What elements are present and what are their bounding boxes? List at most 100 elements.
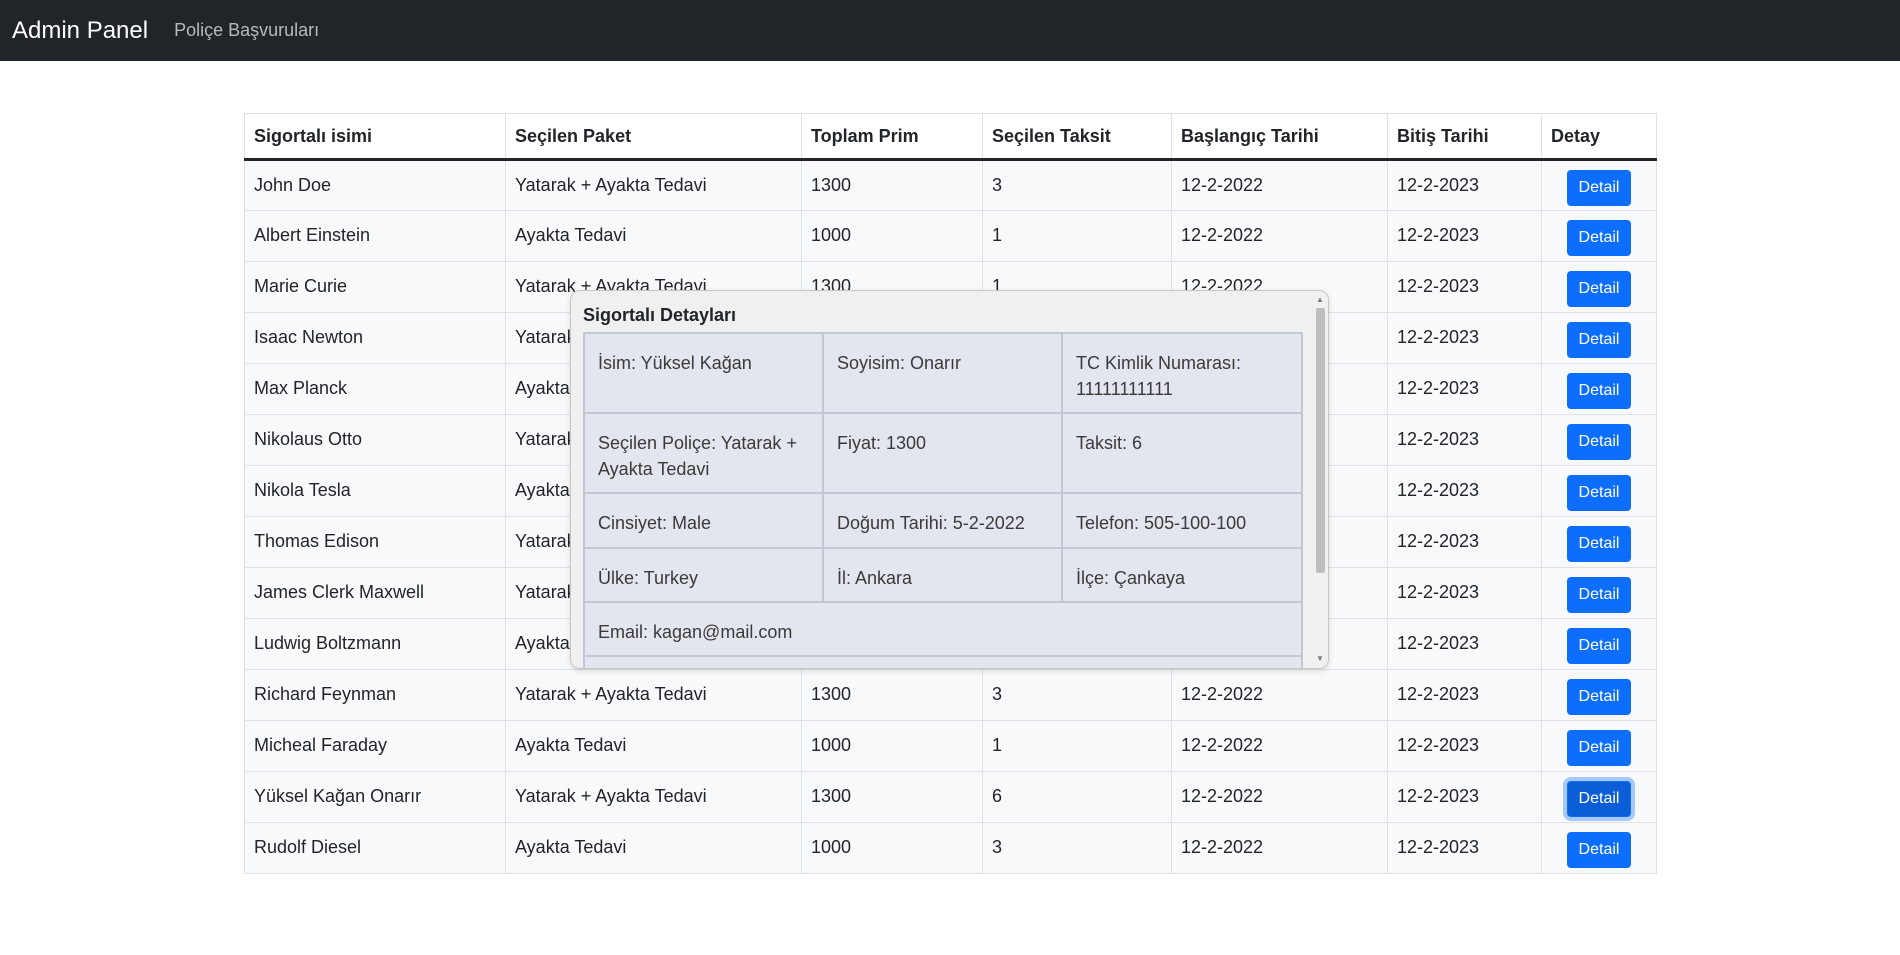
cell-end-date: 12-2-2023 [1387,465,1542,517]
modal-scrollbar[interactable]: ▲ ▼ [1312,291,1328,668]
cell-start-date: 12-2-2022 [1171,720,1388,772]
cell-detail: Detail [1541,516,1657,568]
detail-button[interactable]: Detail [1566,220,1632,256]
cell-name: James Clerk Maxwell [244,567,506,619]
cell-end-date: 12-2-2023 [1387,720,1542,772]
detail-price: Fiyat: 1300 [824,414,1063,494]
detail-button[interactable]: Detail [1566,475,1632,511]
cell-start-date: 12-2-2022 [1171,669,1388,721]
cell-end-date: 12-2-2023 [1387,822,1542,874]
header-detail: Detay [1541,113,1657,161]
cell-installment: 3 [982,822,1172,874]
cell-premium: 1000 [801,822,983,874]
detail-button[interactable]: Detail [1566,730,1632,766]
detail-button[interactable]: Detail [1566,781,1632,817]
cell-detail: Detail [1541,618,1657,670]
cell-detail: Detail [1541,822,1657,874]
detail-birth-date: Doğum Tarihi: 5-2-2022 [824,494,1063,549]
cell-end-date: 12-2-2023 [1387,363,1542,415]
cell-premium: 1000 [801,210,983,262]
detail-button[interactable]: Detail [1566,373,1632,409]
detail-installment: Taksit: 6 [1063,414,1303,494]
detail-button[interactable]: Detail [1566,322,1632,358]
cell-detail: Detail [1541,312,1657,364]
detail-button[interactable]: Detail [1566,628,1632,664]
cell-end-date: 12-2-2023 [1387,312,1542,364]
table-row: Richard Feynman Yatarak + Ayakta Tedavi 13… [244,669,1657,721]
table-row: Albert Einstein Ayakta Tedavi 1000 1 12-2-20… [244,210,1657,262]
detail-phone: Telefon: 505-100-100 [1063,494,1303,549]
cell-end-date: 12-2-2023 [1387,210,1542,262]
cell-start-date: 12-2-2022 [1171,771,1388,823]
cell-detail: Detail [1541,261,1657,313]
cell-name: Ludwig Boltzmann [244,618,506,670]
cell-premium: 1300 [801,669,983,721]
detail-email: Email: kagan@mail.com [585,603,1303,657]
header-end-date: Bitiş Tarihi [1387,113,1542,161]
cell-detail: Detail [1541,771,1657,823]
detail-button[interactable]: Detail [1566,271,1632,307]
cell-start-date: 12-2-2022 [1171,822,1388,874]
cell-name: Marie Curie [244,261,506,313]
detail-policy: Seçilen Poliçe: Yatarak + Ayakta Tedavi [585,414,824,494]
cell-detail: Detail [1541,210,1657,262]
modal-title: Sigortalı Detayları [583,305,737,325]
cell-premium: 1300 [801,771,983,823]
cell-name: Nikola Tesla [244,465,506,517]
cell-name: Richard Feynman [244,669,506,721]
cell-detail: Detail [1541,363,1657,415]
header-start-date: Başlangıç Tarihi [1171,113,1388,161]
cell-package: Ayakta Tedavi [505,822,802,874]
detail-button[interactable]: Detail [1566,679,1632,715]
scroll-down-arrow-icon[interactable]: ▼ [1316,654,1324,664]
detail-gender: Cinsiyet: Male [585,494,824,549]
header-selected-package: Seçilen Paket [505,113,802,161]
cell-detail: Detail [1541,720,1657,772]
cell-installment: 1 [982,210,1172,262]
cell-detail: Detail [1541,159,1657,211]
detail-button[interactable]: Detail [1566,526,1632,562]
table-header-row: Sigortalı isimi Seçilen Paket Toplam Pri… [244,113,1657,161]
scrollbar-thumb[interactable] [1316,308,1325,573]
cell-name: Albert Einstein [244,210,506,262]
details-grid: İsim: Yüksel Kağan Soyisim: Onarır TC Ki… [583,332,1303,668]
detail-button[interactable]: Detail [1566,832,1632,868]
detail-city: İl: Ankara [824,549,1063,603]
cell-detail: Detail [1541,567,1657,619]
cell-package: Ayakta Tedavi [505,720,802,772]
cell-package: Yatarak + Ayakta Tedavi [505,159,802,211]
header-insured-name: Sigortalı isimi [244,113,506,161]
brand-title[interactable]: Admin Panel [12,17,148,45]
cell-start-date: 12-2-2022 [1171,159,1388,211]
cell-premium: 1000 [801,720,983,772]
header-total-premium: Toplam Prim [801,113,983,161]
cell-name: Yüksel Kağan Onarır [244,771,506,823]
table-row: Yüksel Kağan Onarır Yatarak + Ayakta Teda… [244,771,1657,823]
cell-name: Rudolf Diesel [244,822,506,874]
cell-detail: Detail [1541,465,1657,517]
scroll-up-arrow-icon[interactable]: ▲ [1316,295,1324,305]
detail-surname: Soyisim: Onarır [824,334,1063,414]
navbar: Admin Panel Poliçe Başvuruları [0,0,1900,61]
cell-package: Yatarak + Ayakta Tedavi [505,669,802,721]
header-selected-installment: Seçilen Taksit [982,113,1172,161]
cell-end-date: 12-2-2023 [1387,771,1542,823]
cell-installment: 1 [982,720,1172,772]
detail-button[interactable]: Detail [1566,170,1632,206]
cell-end-date: 12-2-2023 [1387,159,1542,211]
detail-district: İlçe: Çankaya [1063,549,1303,603]
cell-name: Isaac Newton [244,312,506,364]
cell-end-date: 12-2-2023 [1387,669,1542,721]
cell-installment: 3 [982,159,1172,211]
insured-details-modal: Sigortalı Detayları İsim: Yüksel Kağan S… [570,290,1329,669]
detail-button[interactable]: Detail [1566,577,1632,613]
cell-package: Ayakta Tedavi [505,210,802,262]
cell-end-date: 12-2-2023 [1387,567,1542,619]
nav-link-police-applications[interactable]: Poliçe Başvuruları [174,20,319,41]
cell-end-date: 12-2-2023 [1387,618,1542,670]
detail-country: Ülke: Turkey [585,549,824,603]
cell-premium: 1300 [801,159,983,211]
detail-button[interactable]: Detail [1566,424,1632,460]
detail-tc-number: TC Kimlik Numarası: 11111111111 [1063,334,1303,414]
cell-name: Thomas Edison [244,516,506,568]
